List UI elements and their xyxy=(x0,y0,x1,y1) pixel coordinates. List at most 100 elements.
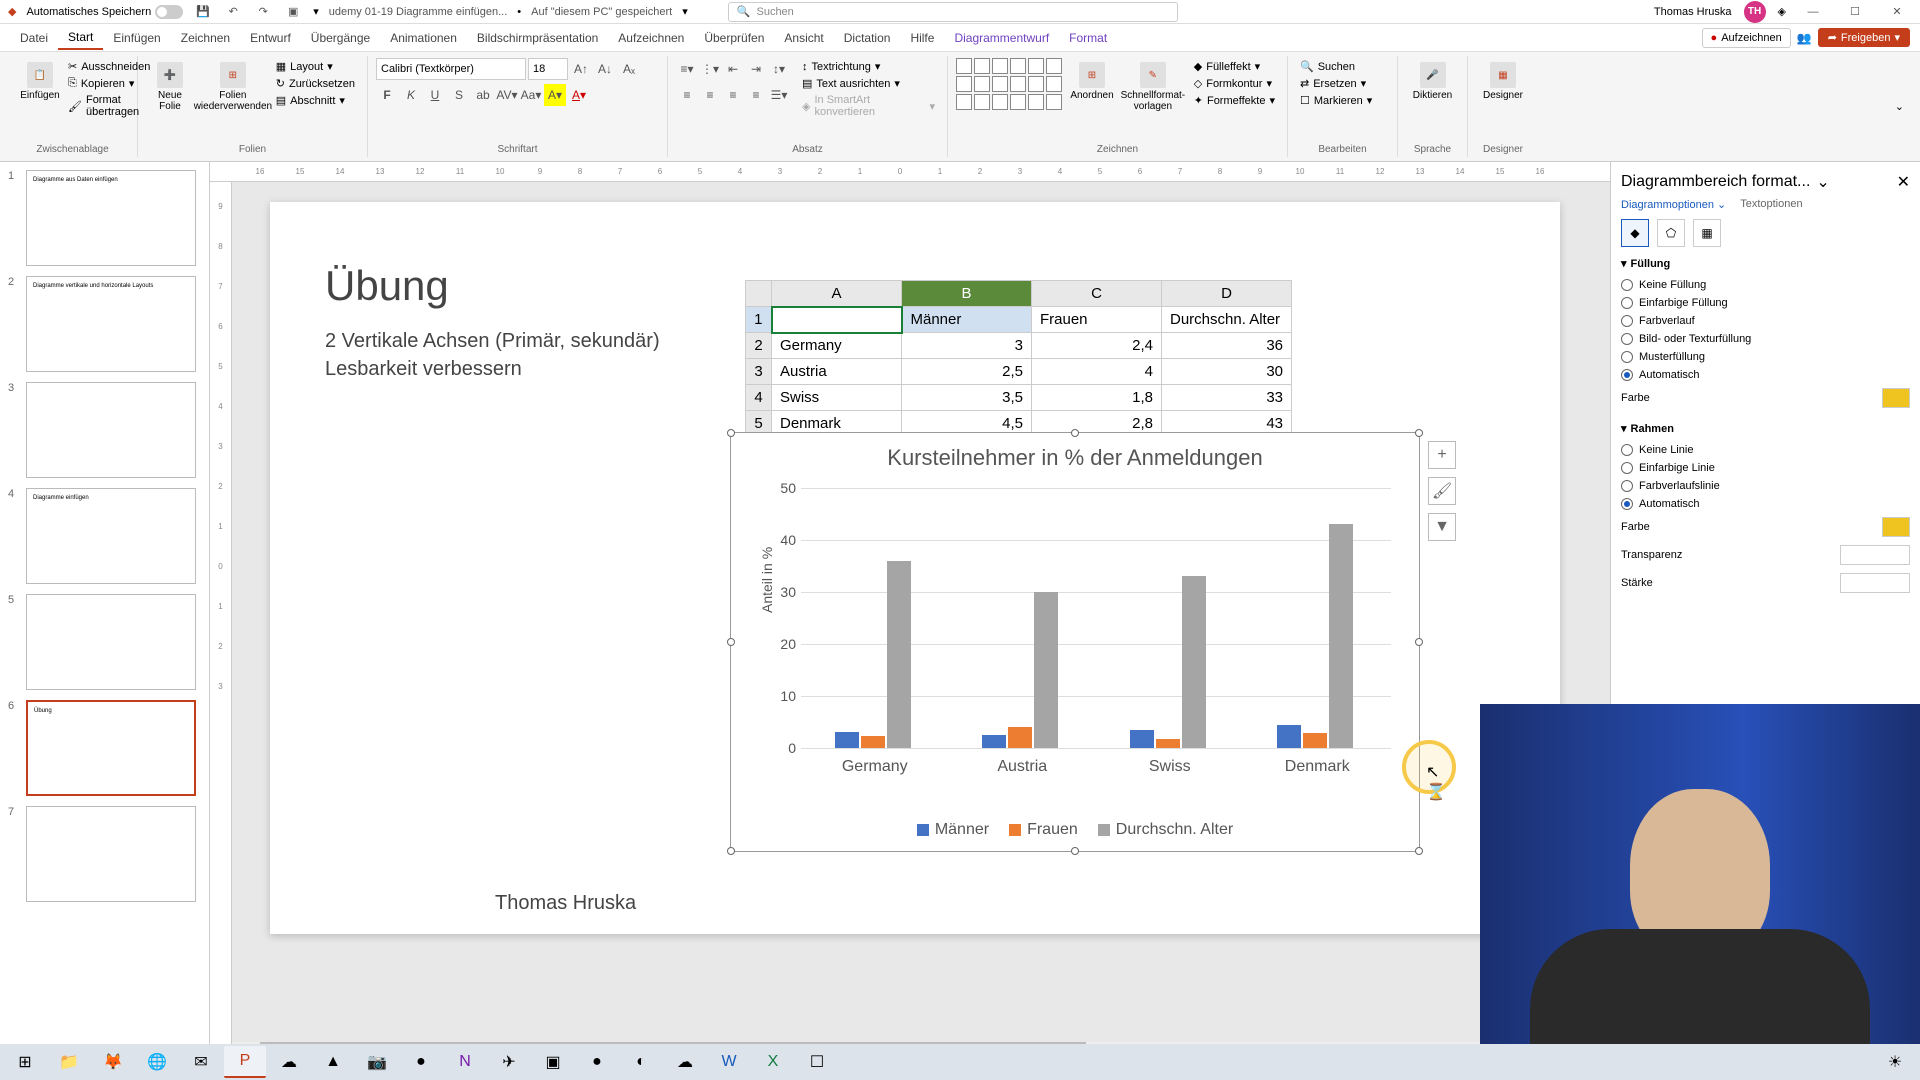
new-slide-button[interactable]: ➕Neue Folie xyxy=(146,58,194,116)
tab-zeichnen[interactable]: Zeichnen xyxy=(171,27,240,49)
taskbar-app-6[interactable]: ▣ xyxy=(532,1046,574,1078)
chart-y-label[interactable]: Anteil in % xyxy=(759,547,775,613)
maximize-button[interactable]: ☐ xyxy=(1840,2,1870,22)
taskbar-app-2[interactable]: ▲ xyxy=(312,1046,354,1078)
numbering-button[interactable]: ⋮▾ xyxy=(699,58,721,80)
size-props-icon[interactable]: ▦ xyxy=(1693,219,1721,247)
slide-thumbnail[interactable]: 3 xyxy=(8,382,201,478)
minimize-button[interactable]: — xyxy=(1798,2,1828,22)
shapes-gallery[interactable] xyxy=(956,58,1062,116)
reset-button[interactable]: ↻ Zurücksetzen xyxy=(272,75,359,92)
clear-format-button[interactable]: Aₓ xyxy=(618,58,640,80)
border-section-header[interactable]: ▾ Rahmen xyxy=(1621,422,1910,435)
arrange-button[interactable]: ⊞Anordnen xyxy=(1068,58,1116,116)
start-button[interactable]: ⊞ xyxy=(4,1046,46,1078)
taskbar-firefox[interactable]: 🦊 xyxy=(92,1046,134,1078)
taskbar-chrome[interactable]: 🌐 xyxy=(136,1046,178,1078)
slide-title[interactable]: Übung xyxy=(325,262,449,310)
teams-icon[interactable]: 👥 xyxy=(1797,31,1812,45)
replace-button[interactable]: ⇄ Ersetzen ▾ xyxy=(1296,75,1389,92)
slide-thumbnail[interactable]: 2Diagramme vertikale und horizontale Lay… xyxy=(8,276,201,372)
layout-button[interactable]: ▦ Layout ▾ xyxy=(272,58,359,75)
tab-übergänge[interactable]: Übergänge xyxy=(301,27,380,49)
font-size-select[interactable] xyxy=(528,58,568,80)
chart-filter-button[interactable]: ▼ xyxy=(1428,513,1456,541)
taskbar-weather[interactable]: ☀ xyxy=(1874,1046,1916,1078)
bold-button[interactable]: F xyxy=(376,84,398,106)
border-solid-radio[interactable]: Einfarbige Linie xyxy=(1621,459,1910,477)
quick-styles-button[interactable]: ✎Schnellformat-vorlagen xyxy=(1122,58,1184,116)
diamond-icon[interactable]: ◈ xyxy=(1778,5,1786,18)
decrease-indent-button[interactable]: ⇤ xyxy=(722,58,744,80)
border-gradient-radio[interactable]: Farbverlaufslinie xyxy=(1621,477,1910,495)
fill-line-icon[interactable]: ◆ xyxy=(1621,219,1649,247)
reuse-slides-button[interactable]: ⊞Folien wiederverwenden xyxy=(194,58,272,116)
find-button[interactable]: 🔍 Suchen xyxy=(1296,58,1389,75)
tab-diagrammentwurf[interactable]: Diagrammentwurf xyxy=(944,27,1059,49)
align-left-button[interactable]: ≡ xyxy=(676,84,698,106)
highlight-button[interactable]: A▾ xyxy=(544,84,566,106)
section-button[interactable]: ▤ Abschnitt ▾ xyxy=(272,92,359,109)
increase-indent-button[interactable]: ⇥ xyxy=(745,58,767,80)
taskbar-powerpoint[interactable]: P xyxy=(224,1046,266,1078)
slide-thumbnail[interactable]: 7 xyxy=(8,806,201,902)
taskbar-word[interactable]: W xyxy=(708,1046,750,1078)
slide-subtitle-2[interactable]: Lesbarkeit verbessern xyxy=(325,358,522,381)
tab-format[interactable]: Format xyxy=(1059,27,1117,49)
chart-data-sheet[interactable]: ABCD1MännerFrauenDurchschn. Alter2German… xyxy=(745,280,1292,437)
fill-auto-radio[interactable]: Automatisch xyxy=(1621,366,1910,384)
taskbar-excel[interactable]: X xyxy=(752,1046,794,1078)
collapse-ribbon-icon[interactable]: ⌄ xyxy=(1887,100,1912,113)
taskbar-explorer[interactable]: 📁 xyxy=(48,1046,90,1078)
chart-elements-button[interactable]: + xyxy=(1428,441,1456,469)
width-input[interactable] xyxy=(1840,573,1910,593)
tab-bildschirmpräsentation[interactable]: Bildschirmpräsentation xyxy=(467,27,608,49)
border-none-radio[interactable]: Keine Linie xyxy=(1621,441,1910,459)
tab-aufzeichnen[interactable]: Aufzeichnen xyxy=(608,27,694,49)
tab-chart-options[interactable]: Diagrammoptionen ⌄ xyxy=(1621,198,1726,211)
tab-dictation[interactable]: Dictation xyxy=(834,27,901,49)
taskbar-app-10[interactable]: ☐ xyxy=(796,1046,838,1078)
tab-animationen[interactable]: Animationen xyxy=(380,27,467,49)
pane-close-button[interactable]: ✕ xyxy=(1897,172,1910,192)
tab-hilfe[interactable]: Hilfe xyxy=(900,27,944,49)
chart-title[interactable]: Kursteilnehmer in % der Anmeldungen xyxy=(731,445,1419,471)
tab-datei[interactable]: Datei xyxy=(10,27,58,49)
shape-fill-button[interactable]: ◆ Fülleffekt ▾ xyxy=(1190,58,1279,75)
present-icon[interactable]: ▣ xyxy=(283,2,303,22)
border-auto-radio[interactable]: Automatisch xyxy=(1621,495,1910,513)
fill-solid-radio[interactable]: Einfarbige Füllung xyxy=(1621,294,1910,312)
fill-section-header[interactable]: ▾ Füllung xyxy=(1621,257,1910,270)
chart-object[interactable]: Kursteilnehmer in % der Anmeldungen Ante… xyxy=(730,432,1420,852)
shadow-button[interactable]: ab xyxy=(472,84,494,106)
font-color-button[interactable]: A▾ xyxy=(568,84,590,106)
line-spacing-button[interactable]: ↕▾ xyxy=(768,58,790,80)
autosave-toggle[interactable]: Automatisches Speichern xyxy=(26,5,183,19)
align-text-button[interactable]: ▤ Text ausrichten ▾ xyxy=(798,75,939,92)
underline-button[interactable]: U xyxy=(424,84,446,106)
fill-pattern-radio[interactable]: Musterfüllung xyxy=(1621,348,1910,366)
filename-dropdown-icon[interactable]: ▾ xyxy=(682,5,688,18)
align-center-button[interactable]: ≡ xyxy=(699,84,721,106)
select-button[interactable]: ☐ Markieren ▾ xyxy=(1296,92,1389,109)
designer-button[interactable]: ▦Designer xyxy=(1476,58,1530,105)
effects-icon[interactable]: ⬠ xyxy=(1657,219,1685,247)
smartart-button[interactable]: ◈ In SmartArt konvertieren ▾ xyxy=(798,92,939,120)
spacing-button[interactable]: AV▾ xyxy=(496,84,518,106)
close-button[interactable]: ✕ xyxy=(1882,2,1912,22)
slide-thumbnail[interactable]: 1Diagramme aus Daten einfügen xyxy=(8,170,201,266)
taskbar-onenote[interactable]: N xyxy=(444,1046,486,1078)
tab-überprüfen[interactable]: Überprüfen xyxy=(694,27,774,49)
paste-button[interactable]: 📋Einfügen xyxy=(16,58,64,120)
taskbar-app-8[interactable]: ◐ xyxy=(620,1046,662,1078)
slide-subtitle-1[interactable]: 2 Vertikale Achsen (Primär, sekundär) xyxy=(325,330,660,353)
taskbar-app-7[interactable]: ● xyxy=(576,1046,618,1078)
tab-ansicht[interactable]: Ansicht xyxy=(774,27,833,49)
bullets-button[interactable]: ≡▾ xyxy=(676,58,698,80)
taskbar-app-1[interactable]: ☁ xyxy=(268,1046,310,1078)
decrease-font-button[interactable]: A↓ xyxy=(594,58,616,80)
share-button[interactable]: ➦Freigeben▾ xyxy=(1818,28,1910,47)
fill-picture-radio[interactable]: Bild- oder Texturfüllung xyxy=(1621,330,1910,348)
record-button[interactable]: ●Aufzeichnen xyxy=(1702,28,1791,48)
font-name-select[interactable] xyxy=(376,58,526,80)
